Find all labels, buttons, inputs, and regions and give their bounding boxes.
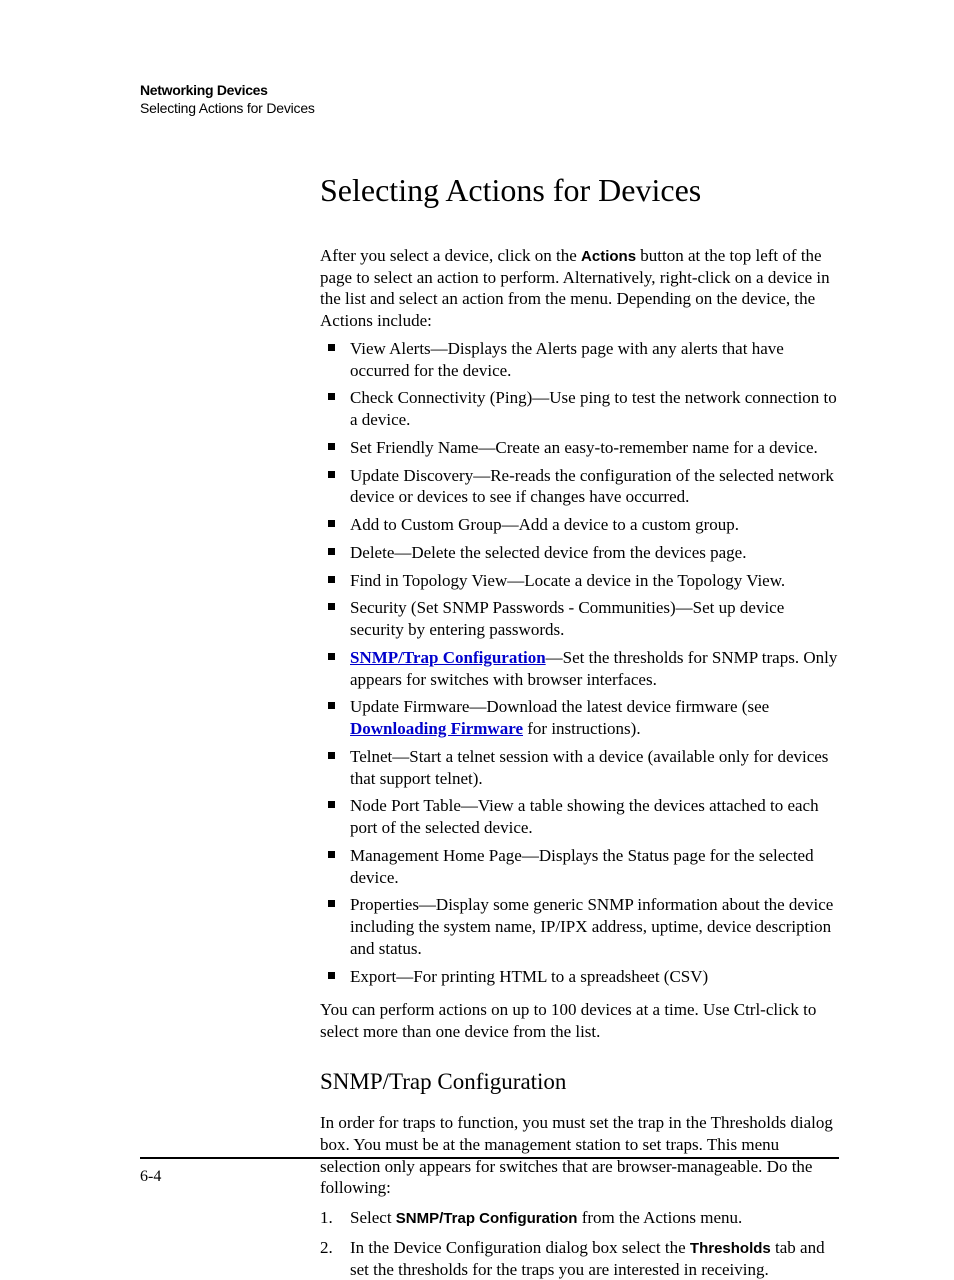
list-item: Set Friendly Name—Create an easy-to-reme… [320,437,839,459]
list-text: Management Home Page—Displays the Status… [350,846,814,887]
list-text: Telnet—Start a telnet session with a dev… [350,747,828,788]
heading-2-snmp: SNMP/Trap Configuration [320,1067,839,1096]
list-item: Export—For printing HTML to a spreadshee… [320,966,839,988]
list-item: Delete—Delete the selected device from t… [320,542,839,564]
step-bold: Thresholds [690,1240,771,1257]
list-text: Update Discovery—Re-reads the configurat… [350,466,834,507]
list-text: Update Firmware—Download the latest devi… [350,697,769,716]
list-item: Find in Topology View—Locate a device in… [320,570,839,592]
page-number: 6-4 [140,1167,161,1187]
list-item: Node Port Table—View a table showing the… [320,795,839,839]
list-text: Delete—Delete the selected device from t… [350,543,746,562]
list-text: Export—For printing HTML to a spreadshee… [350,967,708,986]
running-head-subtitle: Selecting Actions for Devices [140,100,839,118]
running-head: Networking Devices Selecting Actions for… [140,82,839,118]
running-head-title: Networking Devices [140,82,839,100]
step-text: In the Device Configuration dialog box s… [350,1238,690,1257]
list-item: Security (Set SNMP Passwords - Communiti… [320,597,839,641]
intro-pre: After you select a device, click on the [320,246,581,265]
list-text: Set Friendly Name—Create an easy-to-reme… [350,438,818,457]
list-item: Management Home Page—Displays the Status… [320,845,839,889]
list-item: Update Firmware—Download the latest devi… [320,696,839,740]
step-item: In the Device Configuration dialog box s… [320,1237,839,1280]
step-bold: SNMP/Trap Configuration [396,1210,578,1227]
list-text: Security (Set SNMP Passwords - Communiti… [350,598,784,639]
list-text: Properties—Display some generic SNMP inf… [350,895,833,958]
list-item: Update Discovery—Re-reads the configurat… [320,465,839,509]
xref-downloading-firmware[interactable]: Downloading Firmware [350,719,523,738]
step-text: from the Actions menu. [577,1208,742,1227]
steps-list: Select SNMP/Trap Configuration from the … [320,1207,839,1280]
snmp-intro-paragraph: In order for traps to function, you must… [320,1112,839,1199]
list-item: Properties—Display some generic SNMP inf… [320,894,839,959]
list-item: Telnet—Start a telnet session with a dev… [320,746,839,790]
step-item: Select SNMP/Trap Configuration from the … [320,1207,839,1229]
intro-paragraph: After you select a device, click on the … [320,245,839,332]
list-item: View Alerts—Displays the Alerts page wit… [320,338,839,382]
list-text: for instructions). [523,719,641,738]
step-text: Select [350,1208,396,1227]
list-text: View Alerts—Displays the Alerts page wit… [350,339,784,380]
content-column: Selecting Actions for Devices After you … [320,170,839,1280]
footer-rule [140,1157,839,1159]
list-text: Find in Topology View—Locate a device in… [350,571,785,590]
xref-snmp-trap-config[interactable]: SNMP/Trap Configuration [350,648,546,667]
page: Networking Devices Selecting Actions for… [0,0,954,1235]
list-text: Node Port Table—View a table showing the… [350,796,819,837]
actions-list: View Alerts—Displays the Alerts page wit… [320,338,839,988]
intro-bold: Actions [581,248,636,265]
list-text: Add to Custom Group—Add a device to a cu… [350,515,739,534]
list-text: Check Connectivity (Ping)—Use ping to te… [350,388,837,429]
list-item: Add to Custom Group—Add a device to a cu… [320,514,839,536]
after-list-paragraph: You can perform actions on up to 100 dev… [320,999,839,1043]
list-item: SNMP/Trap Configuration—Set the threshol… [320,647,839,691]
heading-1: Selecting Actions for Devices [320,170,839,211]
list-item: Check Connectivity (Ping)—Use ping to te… [320,387,839,431]
